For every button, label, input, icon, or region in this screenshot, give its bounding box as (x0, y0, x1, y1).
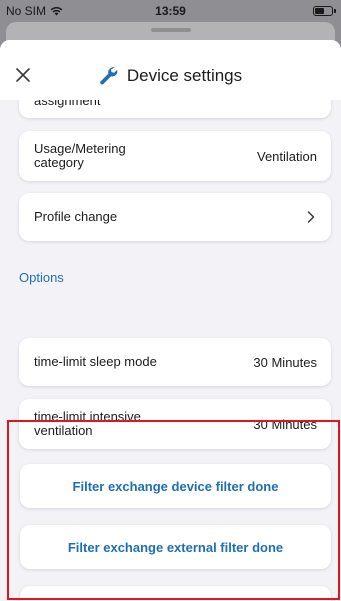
usage-metering-label-line1: Usage/Metering (34, 141, 126, 156)
profile-change-label: Profile change (34, 209, 118, 224)
usage-metering-label-line2: category (34, 155, 84, 170)
device-settings-sheet: Device settings assignment Usage/Meterin… (0, 40, 341, 601)
intensive-ventilation-label-line1: time-limit intensive (34, 409, 141, 424)
intensive-ventilation-row[interactable]: time-limit intensive ventilation 30 Minu… (19, 399, 331, 449)
intensive-ventilation-label-line2: ventilation (34, 423, 93, 438)
settings-list[interactable]: assignment Usage/Metering category Venti… (0, 80, 341, 601)
sheet-title-text: Device settings (126, 66, 243, 85)
page-title: Device settings (0, 66, 341, 86)
profile-change-row[interactable]: Profile change (19, 193, 331, 241)
usage-metering-row[interactable]: Usage/Metering category Ventilation (19, 131, 331, 181)
battery-icon (313, 6, 336, 16)
sleep-mode-label: time-limit sleep mode (34, 354, 157, 369)
intensive-ventilation-value: 30 Minutes (253, 417, 317, 432)
filter-device-done-button[interactable]: Filter exchange device filter done (20, 464, 331, 508)
battery-level (315, 8, 324, 14)
sleep-mode-row[interactable]: time-limit sleep mode 30 Minutes (19, 338, 331, 386)
chevron-right-icon (307, 211, 315, 223)
sheet-header: Device settings (0, 40, 341, 100)
options-section-header: Options (19, 270, 64, 285)
filter-external-done-button[interactable]: Filter exchange external filter done (20, 525, 331, 569)
usage-metering-value: Ventilation (257, 149, 317, 164)
status-bar: No SIM 13:59 (0, 0, 341, 22)
sheet-grabber[interactable] (150, 28, 191, 32)
sleep-mode-value: 30 Minutes (253, 355, 317, 370)
filter-room-done-button[interactable]: Filter exchange room filter done (20, 586, 331, 601)
wrench-icon (100, 67, 118, 85)
status-time: 13:59 (155, 4, 186, 18)
